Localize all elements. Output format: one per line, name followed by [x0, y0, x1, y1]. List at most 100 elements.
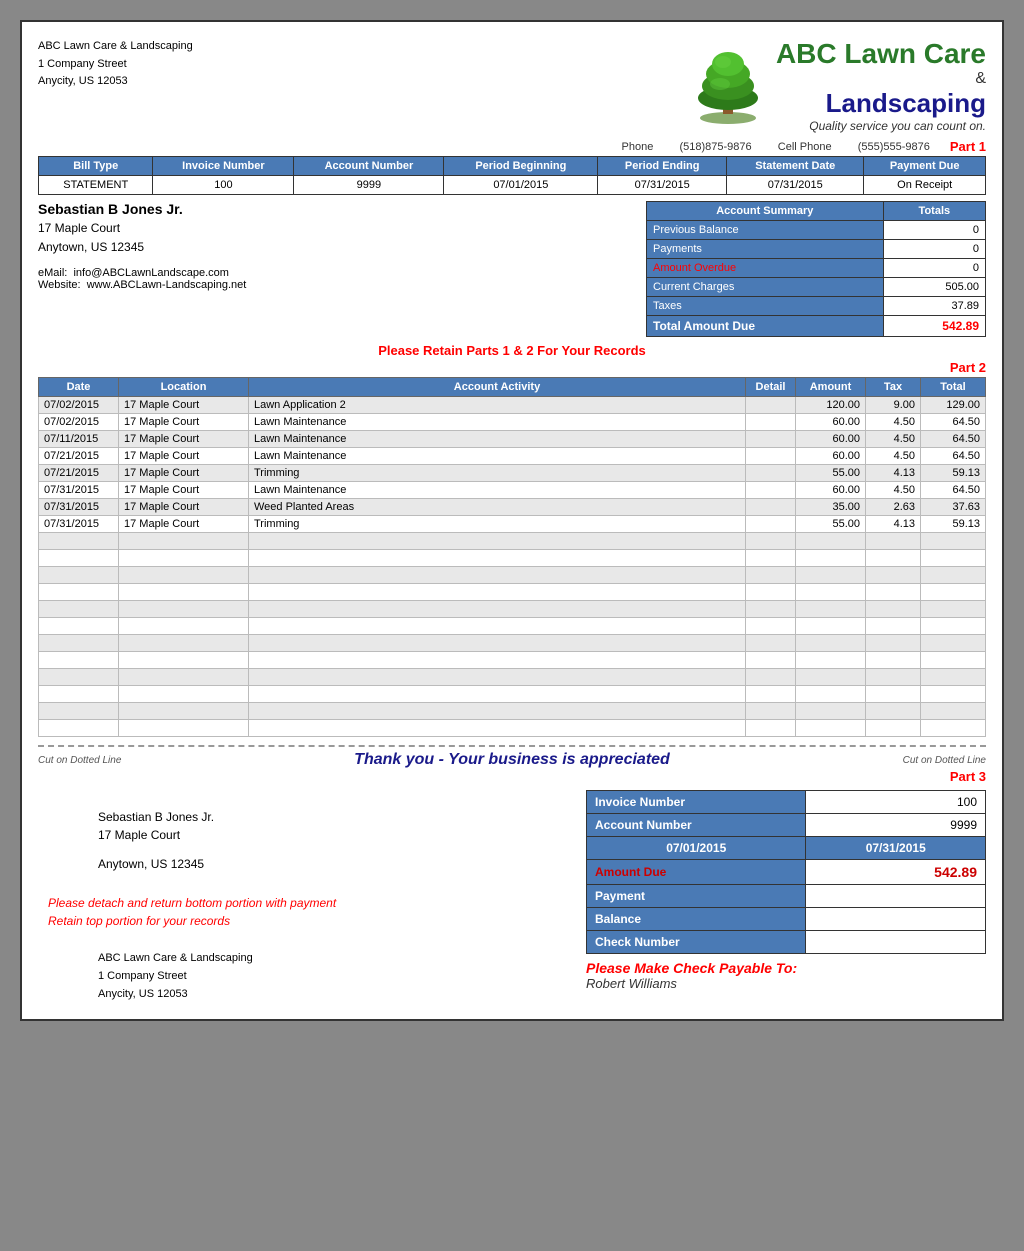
charges-label: Current Charges — [647, 278, 884, 297]
act-detail — [746, 414, 796, 431]
act-location-empty — [119, 550, 249, 567]
act-location: 17 Maple Court — [119, 482, 249, 499]
act-date-empty — [39, 550, 119, 567]
bottom-company-city: Anycity, US 12053 — [98, 986, 566, 1004]
logo-text: ABC Lawn Care & Landscaping Quality serv… — [776, 38, 986, 133]
act-detail-empty — [746, 669, 796, 686]
act-location-empty — [119, 652, 249, 669]
act-detail — [746, 465, 796, 482]
act-amount-empty — [796, 652, 866, 669]
act-detail-empty — [746, 686, 796, 703]
act-total: 129.00 — [921, 397, 986, 414]
act-amount-empty — [796, 686, 866, 703]
cut-label-right: Cut on Dotted Line — [903, 755, 986, 766]
company-address: ABC Lawn Care & Landscaping 1 Company St… — [38, 38, 688, 91]
act-activity-empty — [249, 669, 746, 686]
cut-section: Cut on Dotted Line Thank you - Your busi… — [38, 745, 986, 769]
act-tax-empty — [866, 635, 921, 652]
part3-account-label: Account Number — [587, 814, 806, 837]
activity-row — [39, 703, 986, 720]
act-tax: 4.50 — [866, 431, 921, 448]
customer-email: eMail: info@ABCLawnLandscape.com Website… — [38, 267, 636, 291]
part1-label: Part 1 — [950, 139, 986, 154]
payments-label: Payments — [647, 240, 884, 259]
act-location-empty — [119, 567, 249, 584]
act-total: 59.13 — [921, 465, 986, 482]
taxes-value: 37.89 — [883, 297, 985, 316]
part3-invoice-row: Invoice Number 100 — [587, 791, 986, 814]
act-detail — [746, 482, 796, 499]
activity-row — [39, 601, 986, 618]
act-date-empty — [39, 652, 119, 669]
logo-landscaping: Landscaping — [776, 88, 986, 119]
act-date-empty — [39, 618, 119, 635]
payment-due-value: On Receipt — [864, 176, 986, 195]
summary-totals: Totals — [883, 202, 985, 221]
act-tax-empty — [866, 669, 921, 686]
act-total-empty — [921, 635, 986, 652]
activity-row: 07/21/2015 17 Maple Court Trimming 55.00… — [39, 465, 986, 482]
col-detail: Detail — [746, 378, 796, 397]
part2-label: Part 2 — [38, 360, 986, 375]
act-detail-empty — [746, 584, 796, 601]
act-amount: 35.00 — [796, 499, 866, 516]
col-period-ending: Period Ending — [598, 157, 727, 176]
period-beginning-value: 07/01/2015 — [444, 176, 598, 195]
act-total-empty — [921, 618, 986, 635]
act-total-empty — [921, 703, 986, 720]
act-location-empty — [119, 635, 249, 652]
act-activity-empty — [249, 703, 746, 720]
act-location: 17 Maple Court — [119, 465, 249, 482]
part3-address2: Anytown, US 12345 — [98, 855, 566, 874]
act-amount-empty — [796, 601, 866, 618]
act-tax-empty — [866, 550, 921, 567]
part3-amount-label: Amount Due — [587, 860, 806, 885]
activity-row: 07/31/2015 17 Maple Court Lawn Maintenan… — [39, 482, 986, 499]
act-activity-empty — [249, 635, 746, 652]
act-date: 07/02/2015 — [39, 397, 119, 414]
activity-row — [39, 635, 986, 652]
act-detail-empty — [746, 567, 796, 584]
act-location-empty — [119, 703, 249, 720]
act-amount-empty — [796, 567, 866, 584]
act-tax: 4.50 — [866, 414, 921, 431]
act-tax: 2.63 — [866, 499, 921, 516]
act-total: 64.50 — [921, 414, 986, 431]
invoice-document: ABC Lawn Care & Landscaping 1 Company St… — [20, 20, 1004, 1021]
act-amount: 60.00 — [796, 431, 866, 448]
prev-balance-label: Previous Balance — [647, 221, 884, 240]
act-location: 17 Maple Court — [119, 431, 249, 448]
act-detail-empty — [746, 652, 796, 669]
act-tax-empty — [866, 720, 921, 737]
part3-check-value — [806, 931, 986, 954]
activity-row — [39, 720, 986, 737]
act-tax-empty — [866, 686, 921, 703]
act-activity: Trimming — [249, 465, 746, 482]
act-amount-empty — [796, 550, 866, 567]
act-activity-empty — [249, 550, 746, 567]
act-tax-empty — [866, 567, 921, 584]
act-tax-empty — [866, 584, 921, 601]
part3-check-label: Check Number — [587, 931, 806, 954]
statement-date-value: 07/31/2015 — [727, 176, 864, 195]
act-total: 37.63 — [921, 499, 986, 516]
act-date: 07/31/2015 — [39, 516, 119, 533]
act-tax: 9.00 — [866, 397, 921, 414]
overdue-label: Amount Overdue — [647, 259, 884, 278]
act-tax: 4.13 — [866, 465, 921, 482]
act-detail — [746, 499, 796, 516]
logo-abc: ABC Lawn Care — [776, 38, 986, 69]
detach-note-line2: Retain top portion for your records — [48, 912, 566, 930]
act-date: 07/11/2015 — [39, 431, 119, 448]
overdue-value: 0 — [883, 259, 985, 278]
act-total-empty — [921, 601, 986, 618]
act-tax-empty — [866, 703, 921, 720]
act-location-empty — [119, 584, 249, 601]
part3-balance-label: Balance — [587, 908, 806, 931]
col-bill-type: Bill Type — [39, 157, 153, 176]
act-activity: Lawn Maintenance — [249, 414, 746, 431]
tree-icon — [688, 46, 768, 126]
bottom-company-name: ABC Lawn Care & Landscaping — [98, 950, 566, 968]
act-activity-empty — [249, 720, 746, 737]
col-amount: Amount — [796, 378, 866, 397]
